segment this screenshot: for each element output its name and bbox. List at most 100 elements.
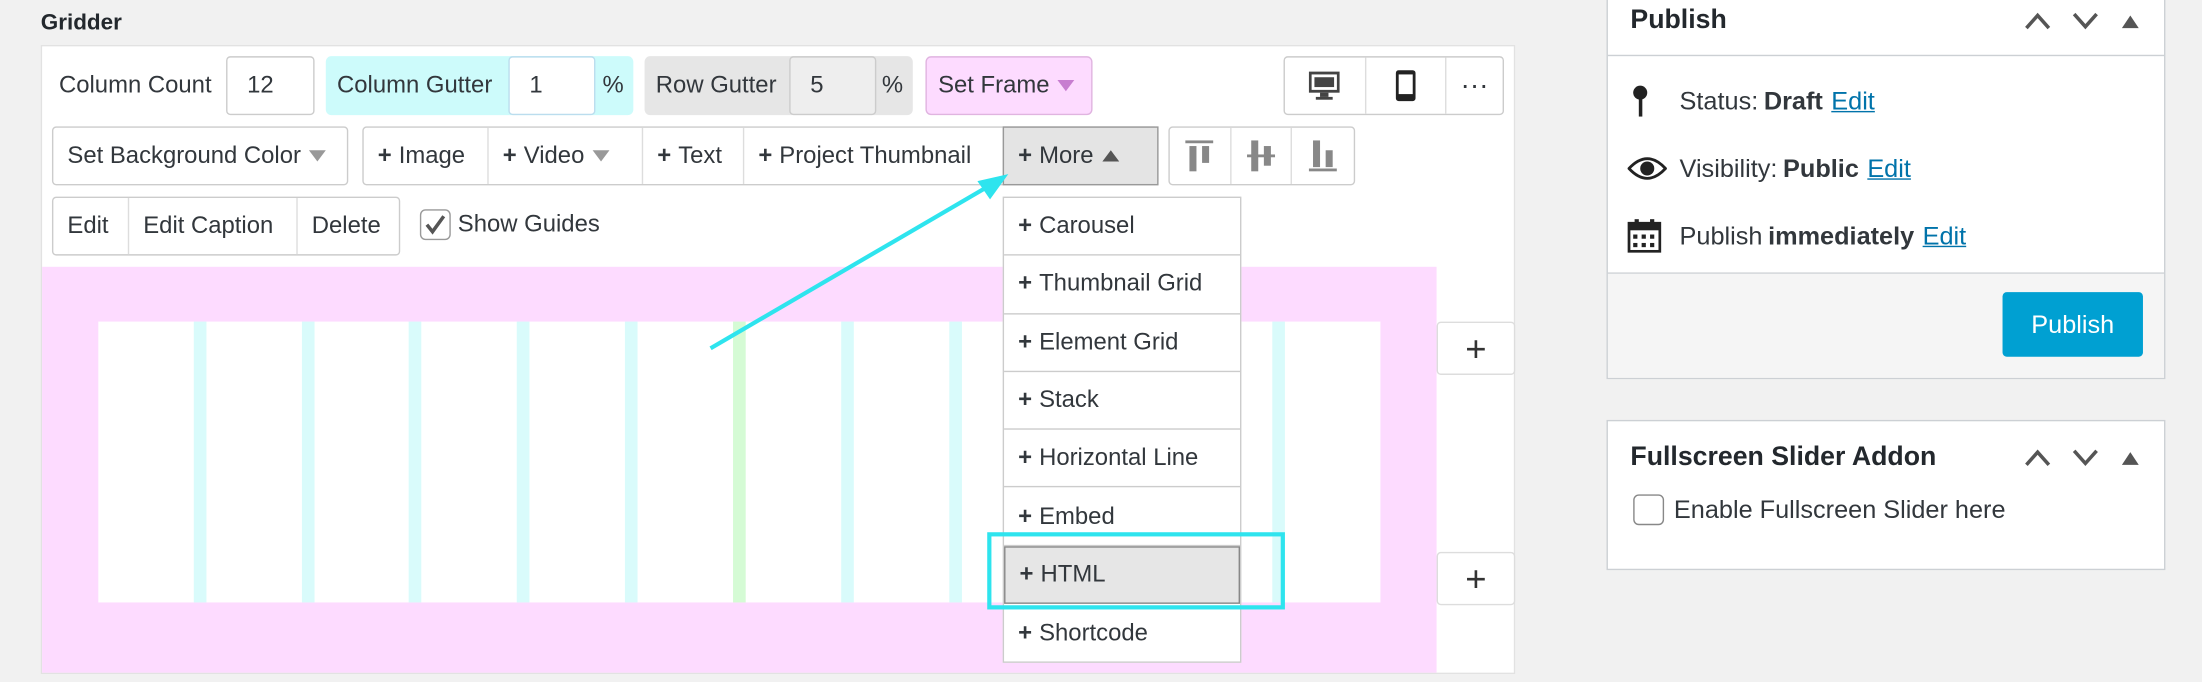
column-gutter-percent: % xyxy=(602,71,624,99)
desktop-view-button[interactable] xyxy=(1285,57,1366,114)
slider-enable-label: Enable Fullscreen Slider here xyxy=(1673,495,2006,524)
menu-item-label: Thumbnail Grid xyxy=(1039,270,1203,297)
add-row-button[interactable]: + xyxy=(1436,551,1516,606)
schedule-value: immediately xyxy=(1768,221,1915,250)
chevron-up-icon[interactable] xyxy=(2024,11,2052,31)
column-gutter-label: Column Gutter xyxy=(337,71,493,99)
view-toggle-group: ··· xyxy=(1283,56,1505,116)
set-background-label: Set Background Color xyxy=(67,141,301,169)
column-gutter-input[interactable]: 1 xyxy=(508,56,596,116)
eye-icon xyxy=(1627,157,1667,180)
more-options-button[interactable]: ··· xyxy=(1446,58,1502,114)
align-top-button[interactable] xyxy=(1170,127,1232,184)
row-gutter-label: Row Gutter xyxy=(655,71,777,99)
menu-item-stack[interactable]: + Stack xyxy=(1004,372,1240,430)
align-middle-icon xyxy=(1247,140,1276,172)
chevron-down-icon xyxy=(592,150,610,162)
phone-icon xyxy=(1395,70,1416,102)
align-group xyxy=(1168,126,1356,186)
chevron-up-icon xyxy=(1101,150,1119,162)
chevron-down-icon[interactable] xyxy=(2071,11,2099,31)
row-gutter-group: Row Gutter 5 % xyxy=(644,56,913,116)
add-image-button[interactable]: + Image xyxy=(364,127,489,184)
plus-icon: + xyxy=(657,141,672,169)
menu-item-label: Shortcode xyxy=(1039,618,1148,646)
plus-icon: + xyxy=(1018,618,1033,646)
plus-icon: + xyxy=(1018,386,1033,413)
gutter-guide xyxy=(949,321,962,603)
column-gutter-group: Column Gutter 1 % xyxy=(325,56,634,116)
gutter-guide xyxy=(193,321,207,603)
chevron-down-icon[interactable] xyxy=(2071,448,2099,468)
menu-item-thumbnail-grid[interactable]: + Thumbnail Grid xyxy=(1004,256,1240,314)
slider-enable-checkbox[interactable] xyxy=(1633,494,1665,526)
slider-enable-row[interactable]: Enable Fullscreen Slider here xyxy=(1608,494,2164,526)
row-gutter-input[interactable]: 5 xyxy=(789,56,877,116)
pin-icon xyxy=(1633,85,1648,117)
collapse-icon[interactable] xyxy=(2119,449,2141,466)
chevron-up-icon[interactable] xyxy=(2024,448,2052,468)
more-label: More xyxy=(1039,141,1094,169)
publish-actions: Publish xyxy=(1607,273,2165,378)
add-row-button[interactable]: + xyxy=(1436,321,1516,375)
chevron-down-icon xyxy=(1057,80,1075,92)
plus-icon: + xyxy=(1465,556,1487,599)
gutter-guide xyxy=(841,321,854,603)
plus-icon: + xyxy=(1465,326,1487,369)
chevron-down-icon xyxy=(309,150,327,162)
publish-button[interactable]: Publish xyxy=(2002,292,2143,357)
plus-icon: + xyxy=(377,141,392,169)
slider-addon-box: Fullscreen Slider Addon Enable Fullscree… xyxy=(1606,419,2166,571)
mobile-view-button[interactable] xyxy=(1366,57,1447,114)
edit-button[interactable]: Edit xyxy=(53,198,130,255)
menu-item-horizontal-line[interactable]: + Horizontal Line xyxy=(1004,430,1240,488)
plus-icon: + xyxy=(1018,444,1033,471)
menu-item-label: Element Grid xyxy=(1039,328,1179,355)
add-video-label: Video xyxy=(523,141,585,169)
show-guides-checkbox[interactable] xyxy=(419,209,451,241)
column-count-input[interactable]: 12 xyxy=(226,56,315,116)
visibility-value: Public xyxy=(1783,153,1859,182)
set-background-button[interactable]: Set Background Color xyxy=(51,126,349,186)
row-gutter-percent: % xyxy=(881,71,904,99)
slider-addon-header: Fullscreen Slider Addon xyxy=(1608,421,2164,494)
gutter-guide xyxy=(624,321,638,603)
add-video-button[interactable]: + Video xyxy=(489,127,644,184)
more-button[interactable]: + More xyxy=(1002,126,1159,186)
plus-icon: + xyxy=(1018,502,1033,529)
set-frame-button[interactable]: Set Frame xyxy=(925,56,1093,116)
arrow-annotation xyxy=(709,174,1009,351)
edit-schedule-link[interactable]: Edit xyxy=(1923,221,1967,250)
collapse-icon[interactable] xyxy=(2119,13,2141,30)
align-bottom-button[interactable] xyxy=(1292,128,1353,184)
visibility-label: Visibility: xyxy=(1679,153,1778,182)
menu-item-label: Horizontal Line xyxy=(1039,444,1199,471)
status-row: Status: Draft Edit xyxy=(1628,67,2145,134)
desktop-icon xyxy=(1309,71,1341,100)
plus-icon: + xyxy=(1018,212,1033,239)
schedule-label: Publish xyxy=(1679,221,1763,250)
set-frame-label: Set Frame xyxy=(938,71,1050,99)
gutter-guide xyxy=(516,321,530,603)
menu-item-shortcode[interactable]: + Shortcode xyxy=(1004,604,1240,662)
edit-status-link[interactable]: Edit xyxy=(1831,86,1875,115)
calendar-icon xyxy=(1627,219,1662,253)
align-bottom-icon xyxy=(1309,140,1338,172)
publish-box: Publish Status: Draft Edit Visibility: Pu… xyxy=(1606,0,2166,380)
gutter-guide xyxy=(301,321,315,603)
menu-item-element-grid[interactable]: + Element Grid xyxy=(1004,314,1240,372)
ellipsis-icon: ··· xyxy=(1460,69,1489,101)
plus-icon: + xyxy=(502,141,517,169)
edit-visibility-link[interactable]: Edit xyxy=(1867,154,1911,183)
align-middle-button[interactable] xyxy=(1231,127,1293,184)
box-controls xyxy=(2024,448,2142,468)
publish-title: Publish xyxy=(1630,5,1727,36)
delete-button[interactable]: Delete xyxy=(298,198,399,254)
show-guides-toggle[interactable]: Show Guides xyxy=(419,209,600,241)
align-top-icon xyxy=(1185,140,1214,172)
visibility-row: Visibility: Public Edit xyxy=(1627,135,2145,202)
edit-caption-button[interactable]: Edit Caption xyxy=(129,198,298,255)
menu-item-carousel[interactable]: + Carousel xyxy=(1004,198,1240,256)
publish-info: Status: Draft Edit Visibility: Public Edit… xyxy=(1607,56,2165,274)
highlight-box xyxy=(987,532,1285,610)
